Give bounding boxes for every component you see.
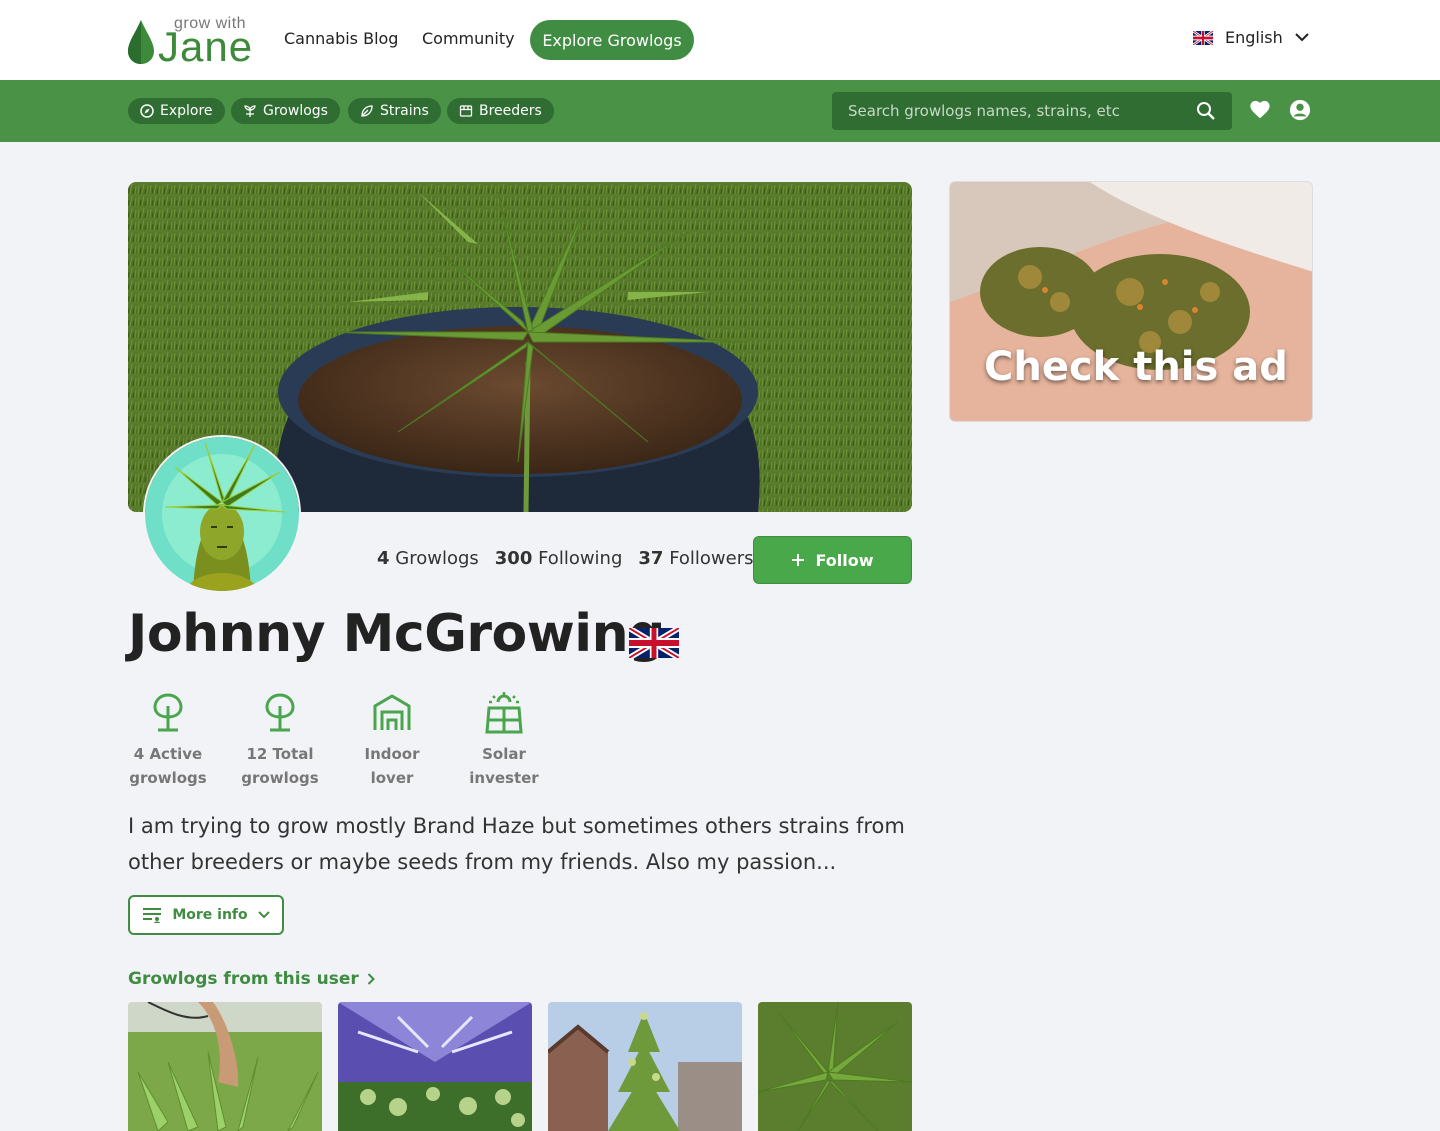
chevron-down-icon — [1295, 33, 1309, 42]
tree-icon — [265, 693, 295, 732]
chip-label: Explore — [160, 103, 213, 119]
badge-active-growlogs: 4 Active growlogs — [123, 692, 213, 790]
badge-line2: growlogs — [129, 769, 207, 787]
chip-strains[interactable]: Strains — [348, 98, 441, 124]
growlogs-label: Growlogs — [395, 548, 479, 569]
plus-icon — [792, 554, 805, 566]
logo-name: Jane — [158, 23, 254, 70]
chip-label: Breeders — [479, 103, 542, 119]
advertisement-card[interactable]: Check this ad — [949, 181, 1313, 422]
logo[interactable]: grow with Jane — [128, 14, 258, 70]
follow-button[interactable]: Follow — [753, 536, 912, 584]
growlogs-stat[interactable]: 4 Growlogs — [377, 548, 479, 569]
garage-icon — [373, 694, 411, 730]
growlogs-count: 4 — [377, 548, 390, 569]
ad-text: Check this ad — [984, 344, 1288, 390]
seedling-icon — [244, 105, 256, 117]
growlog-thumbnail[interactable] — [758, 1002, 912, 1131]
section-title-label: Growlogs from this user — [128, 969, 359, 989]
profile-bio: I am trying to grow mostly Brand Haze bu… — [128, 814, 905, 874]
language-selector[interactable]: English — [1193, 28, 1309, 47]
chip-growlogs[interactable]: Growlogs — [231, 98, 340, 124]
explore-growlogs-button[interactable]: Explore Growlogs — [530, 20, 694, 60]
user-account-icon[interactable] — [1289, 99, 1311, 121]
top-header: grow with Jane Cannabis Blog Community E… — [0, 0, 1440, 80]
followers-count: 37 — [638, 548, 664, 569]
more-info-button[interactable]: More info — [128, 895, 284, 935]
search-bar — [832, 92, 1232, 130]
uk-flag-icon — [629, 628, 679, 658]
followers-stat[interactable]: 37 Followers — [638, 548, 753, 569]
filter-list-icon — [143, 908, 162, 923]
badge-line1: Solar — [482, 745, 526, 763]
chevron-down-icon — [257, 911, 270, 919]
search-icon[interactable] — [1196, 101, 1216, 121]
badge-line2: growlogs — [241, 769, 319, 787]
more-info-label: More info — [172, 907, 248, 923]
heart-icon[interactable] — [1249, 99, 1271, 121]
language-label: English — [1225, 28, 1283, 47]
uk-flag-icon — [1193, 30, 1213, 45]
store-icon — [459, 105, 473, 117]
profile-stats: 4 Growlogs 300 Following 37 Followers — [377, 548, 754, 569]
growlog-thumbnail[interactable] — [338, 1002, 532, 1131]
solar-panel-icon — [485, 692, 523, 734]
chip-label: Strains — [380, 103, 429, 119]
profile-name: Johnny McGrowing — [128, 604, 665, 664]
growlogs-section-link[interactable]: Growlogs from this user — [128, 969, 375, 989]
badge-line2: invester — [469, 769, 539, 787]
secondary-nav: Explore Growlogs Strains Breeders — [0, 80, 1440, 142]
chip-breeders[interactable]: Breeders — [447, 98, 554, 124]
badge-solar-invester: Solar invester — [459, 692, 549, 790]
badge-total-growlogs: 12 Total growlogs — [235, 692, 325, 790]
leaf-icon — [361, 105, 373, 117]
chip-label: Growlogs — [263, 103, 328, 119]
followers-label: Followers — [669, 548, 754, 569]
compass-icon — [140, 104, 154, 118]
drop-logo-icon — [128, 20, 154, 64]
badge-line1: 4 Active — [133, 745, 203, 763]
follow-label: Follow — [815, 550, 874, 570]
nav-community[interactable]: Community — [422, 29, 515, 48]
growlog-thumbnail[interactable] — [548, 1002, 742, 1131]
following-stat[interactable]: 300 Following — [495, 548, 623, 569]
badge-indoor-lover: Indoor lover — [347, 692, 437, 790]
tree-icon — [153, 693, 183, 732]
following-count: 300 — [494, 548, 533, 569]
badge-line1: 12 Total — [246, 745, 314, 763]
following-label: Following — [538, 548, 623, 569]
chevron-right-icon — [367, 973, 375, 985]
profile-avatar[interactable] — [143, 435, 301, 593]
search-input[interactable] — [832, 92, 1192, 130]
badge-line2: lover — [370, 769, 414, 787]
growlog-thumbnail[interactable] — [128, 1002, 322, 1131]
badge-line1: Indoor — [364, 745, 420, 763]
nav-cannabis-blog[interactable]: Cannabis Blog — [284, 29, 398, 48]
chip-explore[interactable]: Explore — [128, 98, 225, 124]
